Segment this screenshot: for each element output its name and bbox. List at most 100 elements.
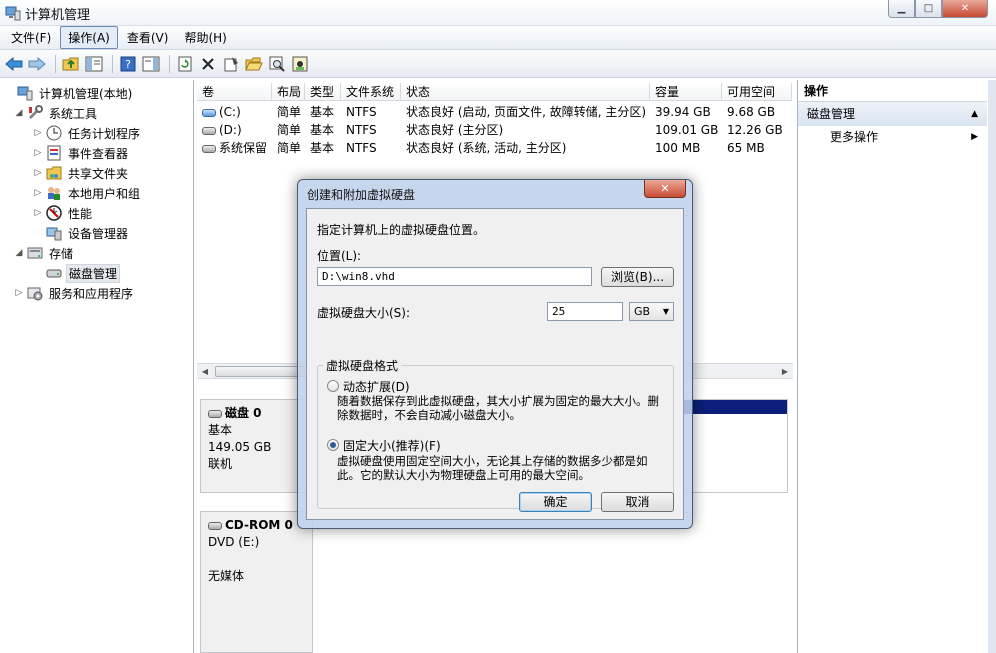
magnifier-icon (269, 56, 285, 72)
delete-x-icon (202, 57, 214, 70)
dialog-title: 创建和附加虚拟硬盘 (307, 188, 416, 202)
tree-item-shared-folders[interactable]: ▷ 共享文件夹 (0, 163, 193, 183)
expand-icon[interactable]: ▷ (33, 168, 43, 178)
show-hide-tree-button[interactable] (84, 54, 104, 74)
toolbar: ? (0, 50, 996, 78)
tools-icon (27, 105, 43, 121)
svg-text:?: ? (125, 58, 131, 71)
table-row[interactable]: (D:) 简单 基本 NTFS 状态良好 (主分区) 109.01 GB 12.… (197, 121, 792, 139)
scroll-right-icon[interactable]: ▶ (777, 364, 793, 379)
event-viewer-icon (46, 145, 62, 161)
refresh-button[interactable] (175, 54, 195, 74)
dialog-close-button[interactable]: ✕ (644, 180, 686, 198)
dialog-body: 指定计算机上的虚拟硬盘位置。 位置(L): D:\win8.vhd 浏览(B).… (306, 208, 684, 520)
properties-button[interactable] (221, 54, 241, 74)
settings-button[interactable] (290, 54, 310, 74)
actions-section-disk-management[interactable]: 磁盘管理 ▲ (798, 102, 987, 126)
fixed-label[interactable]: 固定大小(推荐)(F) (343, 437, 441, 454)
menu-help[interactable]: 帮助(H) (177, 27, 233, 48)
console-tree: 计算机管理(本地) ◢ 系统工具 ▷ 任务计划程序 ▷ 事件查看器 ▷ 共享文件… (0, 80, 194, 653)
expand-icon[interactable]: ▷ (14, 288, 24, 298)
more-actions-item[interactable]: 更多操作 ▶ (798, 126, 987, 148)
tree-item-computer-management[interactable]: 计算机管理(本地) (0, 83, 193, 103)
dynamic-description: 随着数据保存到此虚拟硬盘，其大小扩展为固定的最大大小。删除数据时，不会自动减小磁… (337, 394, 659, 422)
dynamic-radio[interactable] (327, 380, 339, 392)
forward-button[interactable] (27, 54, 47, 74)
expand-icon[interactable]: ▷ (33, 188, 43, 198)
shared-folder-icon (46, 165, 62, 181)
fixed-radio[interactable] (327, 439, 339, 451)
collapse-up-icon: ▲ (971, 109, 978, 119)
unit-select[interactable]: GB ▼ (629, 302, 674, 321)
actions-header: 操作 (798, 80, 987, 102)
tree-item-services-applications[interactable]: ▷ 服务和应用程序 (0, 283, 193, 303)
menu-action[interactable]: 操作(A) (60, 26, 118, 49)
tree-item-task-scheduler[interactable]: ▷ 任务计划程序 (0, 123, 193, 143)
expand-icon[interactable]: ▷ (33, 128, 43, 138)
tree-item-system-tools[interactable]: ◢ 系统工具 (0, 103, 193, 123)
column-header-type[interactable]: 类型 (305, 83, 341, 100)
size-input[interactable]: 25 (547, 302, 623, 321)
expand-icon[interactable]: ▷ (33, 148, 43, 158)
performance-icon (46, 205, 62, 221)
window-title: 计算机管理 (25, 8, 91, 23)
search-button[interactable] (267, 54, 287, 74)
minimize-icon: ▁ (897, 3, 906, 14)
chevron-down-icon: ▼ (662, 307, 669, 316)
refresh-icon (178, 56, 192, 71)
volume-icon (202, 126, 216, 135)
tree-item-storage[interactable]: ◢ 存储 (0, 243, 193, 263)
column-header-volume[interactable]: 卷 (197, 83, 272, 100)
cancel-button[interactable]: 取消 (601, 492, 674, 512)
disk-settings-icon (292, 56, 308, 71)
format-group-title: 虚拟硬盘格式 (323, 357, 402, 374)
column-header-layout[interactable]: 布局 (272, 83, 305, 100)
storage-icon (27, 245, 43, 261)
column-header-status[interactable]: 状态 (401, 83, 650, 100)
delete-button[interactable] (198, 54, 218, 74)
table-row[interactable]: (C:) 简单 基本 NTFS 状态良好 (启动, 页面文件, 故障转储, 主分… (197, 103, 792, 121)
expand-icon[interactable]: ▷ (33, 208, 43, 218)
title-bar: 计算机管理 ▁ □ ✕ (0, 0, 996, 26)
help-button[interactable]: ? (118, 54, 138, 74)
location-input[interactable]: D:\win8.vhd (317, 267, 592, 286)
maximize-icon: □ (923, 3, 934, 14)
close-button[interactable]: ✕ (942, 0, 988, 18)
create-attach-vhd-dialog: 创建和附加虚拟硬盘 ✕ 指定计算机上的虚拟硬盘位置。 位置(L): D:\win… (297, 179, 693, 529)
action-pane-icon (142, 56, 160, 71)
close-icon: ✕ (960, 3, 970, 14)
minimize-button[interactable]: ▁ (888, 0, 915, 18)
menu-view[interactable]: 查看(V) (120, 27, 176, 48)
browse-button[interactable]: 浏览(B)... (601, 267, 674, 287)
dynamic-label[interactable]: 动态扩展(D) (343, 378, 410, 395)
column-header-free-space[interactable]: 可用空间 (722, 83, 792, 100)
cdrom-0-info[interactable]: CD-ROM 0 DVD (E:) 无媒体 (200, 511, 313, 653)
cdrom-icon (208, 521, 222, 530)
tree-item-event-viewer[interactable]: ▷ 事件查看器 (0, 143, 193, 163)
tree-item-local-users-groups[interactable]: ▷ 本地用户和组 (0, 183, 193, 203)
open-folder-button[interactable] (244, 54, 264, 74)
show-hide-action-pane-button[interactable] (141, 54, 161, 74)
back-arrow-icon (5, 56, 23, 71)
table-row[interactable]: 系统保留 简单 基本 NTFS 状态良好 (系统, 活动, 主分区) 100 M… (197, 139, 792, 157)
dialog-intro: 指定计算机上的虚拟硬盘位置。 (317, 223, 486, 237)
services-icon (27, 285, 43, 301)
menu-file[interactable]: 文件(F) (4, 27, 58, 48)
scroll-left-icon[interactable]: ◀ (197, 364, 213, 379)
collapse-icon[interactable]: ◢ (14, 108, 24, 118)
menu-bar: 文件(F) 操作(A) 查看(V) 帮助(H) (0, 26, 996, 50)
column-header-filesystem[interactable]: 文件系统 (341, 83, 401, 100)
column-header-capacity[interactable]: 容量 (650, 83, 722, 100)
tree-item-performance[interactable]: ▷ 性能 (0, 203, 193, 223)
tree-item-device-manager[interactable]: 设备管理器 (0, 223, 193, 243)
forward-arrow-icon (28, 56, 46, 71)
back-button[interactable] (4, 54, 24, 74)
collapse-icon[interactable]: ◢ (14, 248, 24, 258)
up-folder-button[interactable] (61, 54, 81, 74)
ok-button[interactable]: 确定 (519, 492, 592, 512)
clock-icon (46, 125, 62, 141)
tree-item-disk-management[interactable]: 磁盘管理 (0, 263, 193, 283)
open-folder-icon (245, 57, 263, 70)
properties-icon (224, 56, 238, 71)
maximize-button[interactable]: □ (915, 0, 942, 18)
